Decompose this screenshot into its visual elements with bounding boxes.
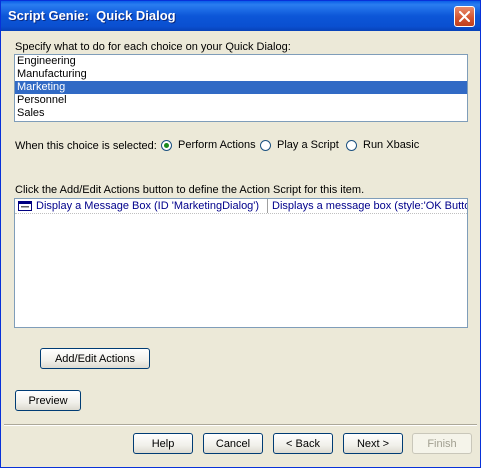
dialog-window: Script Genie: Quick Dialog Specify what … xyxy=(0,0,481,468)
radio-play-script[interactable]: Play a Script xyxy=(260,139,339,151)
choices-listbox[interactable]: Engineering Manufacturing Marketing Personn… xyxy=(14,54,468,122)
choice-item[interactable]: Marketing xyxy=(15,81,467,94)
radio-indicator xyxy=(346,139,357,151)
mode-label: When this choice is selected: xyxy=(15,140,157,152)
actions-label: Click the Add/Edit Actions button to def… xyxy=(15,184,365,196)
choices-label: Specify what to do for each choice on yo… xyxy=(15,41,291,53)
column-separator xyxy=(267,199,268,213)
help-button[interactable]: Help xyxy=(133,433,193,454)
radio-perform-actions[interactable]: Perform Actions xyxy=(161,139,256,151)
radio-indicator xyxy=(161,139,172,151)
choice-item[interactable]: Personnel xyxy=(15,94,467,107)
dialog-body: Specify what to do for each choice on yo… xyxy=(4,31,477,464)
action-row[interactable]: Display a Message Box (ID 'MarketingDial… xyxy=(15,199,467,214)
choice-item[interactable]: Engineering xyxy=(15,55,467,68)
add-edit-actions-button[interactable]: Add/Edit Actions xyxy=(40,348,150,369)
finish-button: Finish xyxy=(412,433,472,454)
choice-item[interactable]: Manufacturing xyxy=(15,68,467,81)
action-description: Displays a message box (style:'OK Button xyxy=(272,200,468,212)
title-bar[interactable]: Script Genie: Quick Dialog xyxy=(1,1,480,31)
close-icon xyxy=(459,11,470,22)
action-name: Display a Message Box (ID 'MarketingDial… xyxy=(36,200,260,212)
radio-label: Perform Actions xyxy=(178,139,256,151)
cancel-button[interactable]: Cancel xyxy=(203,433,263,454)
close-button[interactable] xyxy=(454,6,475,27)
next-button[interactable]: Next > xyxy=(343,433,403,454)
message-box-icon xyxy=(18,201,32,211)
choice-item[interactable]: Sales xyxy=(15,107,467,120)
radio-label: Run Xbasic xyxy=(363,139,420,151)
bottom-divider xyxy=(4,424,477,426)
window-title: Script Genie: Quick Dialog xyxy=(8,8,176,23)
radio-label: Play a Script xyxy=(277,139,339,151)
action-list[interactable]: Display a Message Box (ID 'MarketingDial… xyxy=(14,198,468,328)
preview-button[interactable]: Preview xyxy=(15,390,81,411)
back-button[interactable]: < Back xyxy=(273,433,333,454)
radio-indicator xyxy=(260,139,271,151)
radio-run-xbasic[interactable]: Run Xbasic xyxy=(346,139,419,151)
